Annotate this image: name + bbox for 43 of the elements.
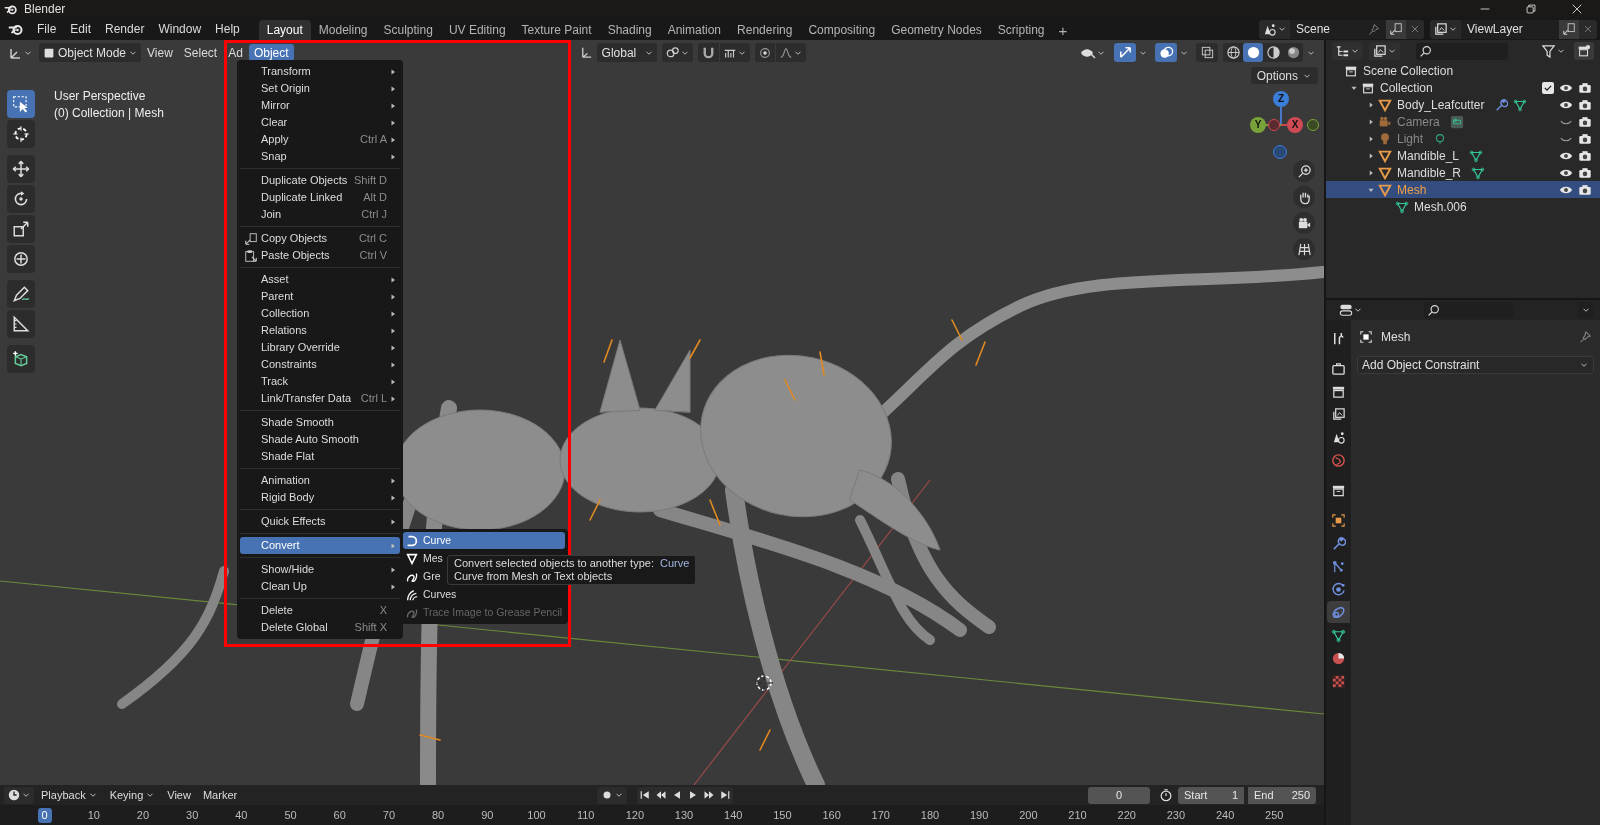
shortcut-label: Ctrl A (360, 134, 387, 145)
frame-number: 120 (625, 809, 644, 821)
frame-number: 70 (382, 809, 396, 821)
menu-item: Trace Image to Grease Pencil (403, 604, 565, 621)
frame-number: 30 (186, 809, 199, 821)
frame-number: 60 (333, 809, 346, 821)
shortcut-label: Ctrl J (361, 209, 387, 220)
frame-number: 40 (235, 809, 248, 821)
tooltip-value: Curve (659, 558, 690, 569)
frame-number: 230 (1166, 809, 1186, 821)
frame-number: 210 (1068, 809, 1087, 821)
frame-number: 180 (920, 809, 940, 821)
shortcut-label: Shift D (354, 175, 387, 186)
tooltip-text: Convert selected objects to another type: (454, 558, 654, 569)
object-name-label: Mesh (1381, 331, 1411, 343)
frame-number: 100 (527, 809, 546, 821)
frame-number: 240 (1215, 809, 1235, 821)
shortcut-label: Alt D (363, 192, 387, 203)
shortcut-label: Shift X (354, 622, 387, 633)
shortcut-label: X (379, 605, 387, 616)
frame-number: 160 (822, 809, 841, 821)
frame-number: 20 (136, 809, 150, 821)
frame-number: 200 (1019, 809, 1038, 821)
window-title: Blender (24, 3, 66, 15)
viewport-info-text: User Perspective (54, 90, 147, 102)
shortcut-label: Ctrl L (360, 393, 387, 404)
frame-number: 0 (37, 807, 52, 823)
frame-number: 140 (724, 809, 743, 821)
frame-number: 80 (431, 809, 445, 821)
frame-number: 110 (576, 809, 595, 821)
tooltip-description: Curve from Mesh or Text objects (454, 571, 614, 582)
frame-number: 10 (87, 809, 100, 821)
viewport-info-text: (0) Collection | Mesh (54, 107, 164, 119)
frame-number: 90 (481, 809, 494, 821)
shortcut-label: Ctrl C (358, 233, 387, 244)
frame-number: 170 (871, 809, 890, 821)
frame-number: 220 (1117, 809, 1136, 821)
frame-number: 190 (969, 809, 989, 821)
frame-number: 50 (284, 809, 297, 821)
frame-number: 150 (773, 809, 792, 821)
shortcut-label: Ctrl V (359, 250, 387, 261)
frame-number: 250 (1265, 809, 1284, 821)
frame-number: 130 (674, 809, 694, 821)
